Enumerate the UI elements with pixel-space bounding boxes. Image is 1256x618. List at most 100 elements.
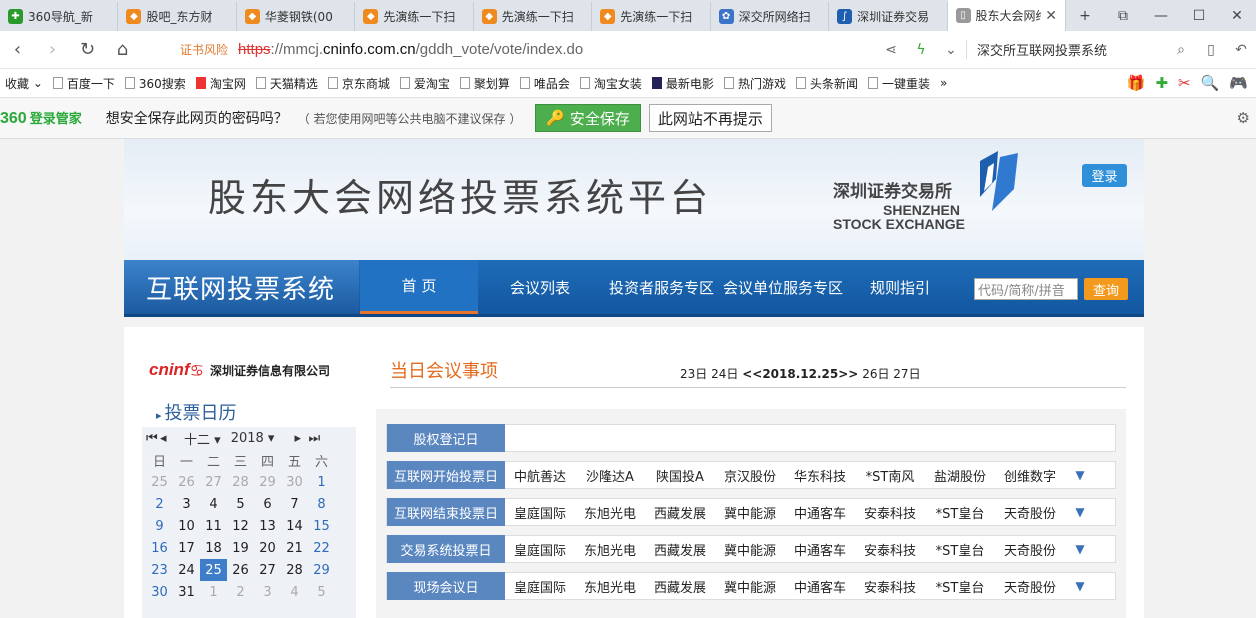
lightning-icon[interactable]: ϟ	[906, 42, 936, 58]
calendar-day[interactable]: 22	[308, 537, 335, 559]
company-link[interactable]: 沙隆达A	[575, 466, 645, 485]
home-icon[interactable]: ⌂	[105, 39, 140, 60]
calendar-day-selected[interactable]: 25	[200, 559, 227, 581]
date-next-1[interactable]: 26日	[862, 367, 889, 381]
favorite-link[interactable]: 唯品会	[515, 75, 575, 92]
company-link[interactable]: 东旭光电	[575, 540, 645, 559]
company-link[interactable]: 冀中能源	[715, 577, 785, 596]
browser-tab[interactable]: ▯ 股东大会网络 ✕	[947, 0, 1066, 31]
chevron-down-icon[interactable]: ⌄	[936, 42, 966, 58]
favorite-link[interactable]: 天猫精选	[251, 75, 323, 92]
close-window-icon[interactable]: ✕	[1218, 8, 1256, 24]
calendar-day[interactable]: 4	[200, 493, 227, 515]
favorite-link[interactable]: 热门游戏	[719, 75, 791, 92]
calendar-day[interactable]: 4	[281, 581, 308, 603]
restore-tabs-icon[interactable]: ⧉	[1104, 8, 1142, 24]
calendar-day[interactable]: 25	[146, 471, 173, 493]
back-icon[interactable]: ‹	[0, 39, 35, 60]
calendar-day[interactable]: 28	[281, 559, 308, 581]
calendar-day[interactable]: 27	[200, 471, 227, 493]
company-link[interactable]: 安泰科技	[855, 503, 925, 522]
company-link[interactable]: *ST皇台	[925, 540, 995, 559]
company-link[interactable]: 东旭光电	[575, 577, 645, 596]
favorite-link[interactable]: 京东商城	[323, 75, 395, 92]
url-field[interactable]: https://mmcj.cninfo.com.cn/gddh_vote/vot…	[238, 41, 583, 58]
calendar-day[interactable]: 3	[173, 493, 200, 515]
favorite-link[interactable]: 百度一下	[48, 75, 120, 92]
browser-tab[interactable]: ◆ 先演练一下扫	[474, 2, 593, 31]
close-tab-icon[interactable]: ✕	[1045, 8, 1057, 24]
minimize-icon[interactable]: —	[1142, 8, 1180, 24]
expand-arrow-icon[interactable]: ▼	[1065, 468, 1095, 482]
company-link[interactable]: 皇庭国际	[505, 577, 575, 596]
company-link[interactable]: *ST皇台	[925, 503, 995, 522]
company-link[interactable]: 中航善达	[505, 466, 575, 485]
browser-tab[interactable]: ∫ 深圳证券交易	[829, 2, 948, 31]
company-link[interactable]: 东旭光电	[575, 503, 645, 522]
browser-tab[interactable]: ◆ 先演练一下扫	[592, 2, 711, 31]
forward-icon[interactable]: ›	[35, 39, 70, 60]
expand-arrow-icon[interactable]: ▼	[1065, 505, 1095, 519]
calendar-day[interactable]: 18	[200, 537, 227, 559]
company-link[interactable]: *ST南风	[855, 466, 925, 485]
favorite-link[interactable]: 最新电影	[647, 75, 719, 92]
calendar-day[interactable]: 20	[254, 537, 281, 559]
add-extension-icon[interactable]: ✚	[1155, 74, 1168, 92]
never-prompt-button[interactable]: 此网站不再提示	[648, 104, 772, 132]
favorite-link[interactable]: 一键重装	[863, 75, 935, 92]
browser-tab[interactable]: ✿ 深交所网络扫	[711, 2, 830, 31]
company-link[interactable]: 京汉股份	[715, 466, 785, 485]
calendar-day[interactable]: 13	[254, 515, 281, 537]
calendar-day[interactable]: 26	[227, 559, 254, 581]
calendar-day[interactable]: 28	[227, 471, 254, 493]
browser-tab[interactable]: ✚ 360导航_新	[0, 2, 119, 31]
calendar-day[interactable]: 6	[254, 493, 281, 515]
calendar-day[interactable]: 11	[200, 515, 227, 537]
calendar-day[interactable]: 29	[308, 559, 335, 581]
nav-item-rules[interactable]: 规则指引	[870, 260, 930, 314]
browser-tab[interactable]: ◆ 先演练一下扫	[355, 2, 474, 31]
calendar-day[interactable]: 9	[146, 515, 173, 537]
prev-month-icon[interactable]: ◂	[160, 431, 174, 446]
calendar-day[interactable]: 12	[227, 515, 254, 537]
year-select[interactable]: 2018 ▾	[231, 431, 275, 446]
cert-warning[interactable]: 证书风险	[180, 41, 228, 58]
company-link[interactable]: 中通客车	[785, 540, 855, 559]
game-icon[interactable]: 🎮	[1229, 74, 1248, 92]
share-icon[interactable]: ⋖	[876, 42, 906, 58]
calendar-day[interactable]: 2	[146, 493, 173, 515]
search-icon[interactable]: ⌕	[1166, 42, 1196, 58]
calendar-day[interactable]: 24	[173, 559, 200, 581]
scissors-icon[interactable]: ✂	[1178, 74, 1191, 92]
company-link[interactable]: 华东科技	[785, 466, 855, 485]
browser-tab[interactable]: ◆ 股吧_东方财	[118, 2, 237, 31]
company-link[interactable]: 皇庭国际	[505, 540, 575, 559]
company-link[interactable]: 冀中能源	[715, 540, 785, 559]
company-link[interactable]: 安泰科技	[855, 540, 925, 559]
calendar-day[interactable]: 7	[281, 493, 308, 515]
code-search-input[interactable]: 代码/简称/拼音	[974, 278, 1078, 300]
favorites-more[interactable]: »	[935, 76, 952, 90]
calendar-day[interactable]: 1	[308, 471, 335, 493]
expand-arrow-icon[interactable]: ▼	[1065, 579, 1095, 593]
calendar-day[interactable]: 29	[254, 471, 281, 493]
company-link[interactable]: 中通客车	[785, 503, 855, 522]
favorite-link[interactable]: 淘宝网	[191, 75, 251, 92]
calendar-day[interactable]: 21	[281, 537, 308, 559]
search-box[interactable]: 深交所互联网投票系统	[966, 40, 1166, 59]
company-link[interactable]: 盐湖股份	[925, 466, 995, 485]
calendar-day[interactable]: 15	[308, 515, 335, 537]
favorite-link[interactable]: 头条新闻	[791, 75, 863, 92]
company-link[interactable]: 陕国投A	[645, 466, 715, 485]
date-next-2[interactable]: 27日	[893, 367, 920, 381]
calendar-day[interactable]: 30	[281, 471, 308, 493]
calendar-day[interactable]: 31	[173, 581, 200, 603]
favorite-link[interactable]: 聚划算	[455, 75, 515, 92]
calendar-day[interactable]: 26	[173, 471, 200, 493]
company-link[interactable]: 安泰科技	[855, 577, 925, 596]
gear-icon[interactable]: ⚙	[1237, 109, 1250, 127]
new-tab-icon[interactable]: +	[1066, 8, 1104, 24]
next-year-icon[interactable]: ⏭	[308, 431, 322, 446]
calendar-day[interactable]: 8	[308, 493, 335, 515]
date-prev-2[interactable]: 23日	[680, 367, 707, 381]
